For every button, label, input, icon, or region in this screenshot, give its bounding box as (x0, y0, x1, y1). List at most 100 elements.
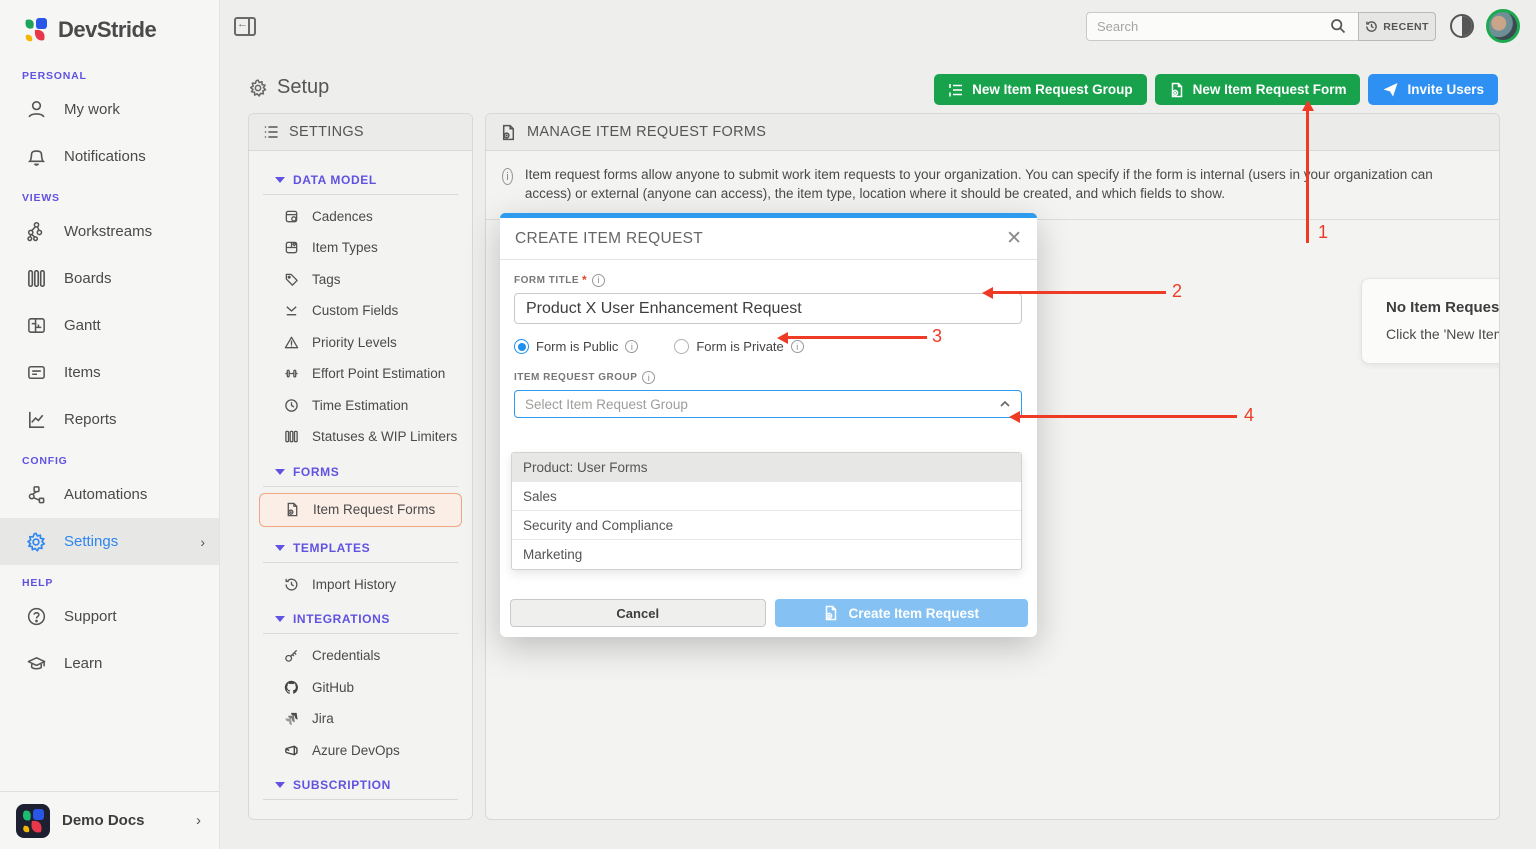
cancel-button[interactable]: Cancel (510, 599, 766, 627)
sidebar-item-items[interactable]: Items (0, 349, 219, 396)
sidebar-item-workstreams[interactable]: Workstreams (0, 208, 219, 255)
triangle-down-icon (275, 616, 285, 622)
select-placeholder: Select Item Request Group (525, 397, 688, 412)
brand[interactable]: DevStride (0, 0, 219, 58)
button-label: New Item Request Form (1193, 82, 1347, 97)
form-private-radio[interactable] (674, 339, 689, 354)
settings-item-credentials[interactable]: Credentials (249, 640, 472, 672)
form-plus-icon (1169, 82, 1185, 98)
github-icon (283, 680, 300, 695)
sidebar-item-boards[interactable]: Boards (0, 255, 219, 302)
workspace-icon (16, 804, 50, 838)
new-item-request-form-button[interactable]: New Item Request Form (1155, 74, 1361, 105)
create-item-request-modal: CREATE ITEM REQUEST ✕ FORM TITLE * i For… (500, 213, 1037, 637)
workspace-switcher[interactable]: Demo Docs › (0, 791, 219, 849)
button-label: Invite Users (1407, 82, 1484, 97)
settings-item-effort-point-estimation[interactable]: Effort Point Estimation (249, 358, 472, 390)
settings-panel-title: SETTINGS (289, 124, 364, 140)
settings-item-tags[interactable]: Tags (249, 264, 472, 296)
triangle-down-icon (275, 469, 285, 475)
settings-item-jira[interactable]: Jira (249, 703, 472, 735)
create-item-request-button[interactable]: Create Item Request (775, 599, 1029, 627)
sidebar-item-my-work[interactable]: My work (0, 86, 219, 133)
annotation-number-2: 2 (1172, 281, 1182, 302)
settings-item-item-types[interactable]: Item Types (249, 232, 472, 264)
settings-item-cadences[interactable]: Cadences (249, 201, 472, 233)
settings-item-label: Item Request Forms (313, 502, 435, 517)
settings-item-label: Item Types (312, 240, 378, 255)
settings-item-import-history[interactable]: Import History (249, 569, 472, 601)
settings-section-subscription[interactable]: SUBSCRIPTION (249, 766, 472, 797)
settings-item-statuses-wip-limiters[interactable]: Statuses & WIP Limiters (249, 421, 472, 453)
settings-section-forms[interactable]: FORMS (249, 453, 472, 484)
sidebar-item-label: Reports (64, 411, 117, 428)
triangle-down-icon (275, 545, 285, 551)
settings-section-integrations[interactable]: INTEGRATIONS (249, 600, 472, 631)
settings-item-azure-devops[interactable]: Azure DevOps (249, 735, 472, 767)
settings-item-github[interactable]: GitHub (249, 672, 472, 704)
option-product-user-forms[interactable]: Product: User Forms (512, 453, 1021, 482)
divider (263, 633, 458, 634)
form-plus-icon (500, 124, 517, 141)
arrowhead-left (982, 287, 993, 299)
annotation-arrow-3 (787, 336, 927, 339)
manage-panel-title: MANAGE ITEM REQUEST FORMS (527, 124, 766, 140)
settings-item-priority-levels[interactable]: Priority Levels (249, 327, 472, 359)
sidebar-item-label: Gantt (64, 317, 101, 334)
form-plus-icon (284, 502, 301, 517)
settings-section-templates[interactable]: TEMPLATES (249, 529, 472, 560)
recent-label: RECENT (1383, 21, 1429, 33)
settings-item-custom-fields[interactable]: Custom Fields (249, 295, 472, 327)
settings-item-item-request-forms[interactable]: Item Request Forms (259, 493, 462, 527)
option-security-and-compliance[interactable]: Security and Compliance (512, 511, 1021, 540)
form-title-input[interactable] (514, 293, 1022, 324)
settings-item-label: Statuses & WIP Limiters (312, 429, 457, 444)
info-icon: i (642, 371, 655, 384)
sidebar-item-learn[interactable]: Learn (0, 640, 219, 687)
button-label: Create Item Request (848, 606, 979, 621)
settings-section-label: TEMPLATES (293, 541, 370, 555)
items-icon (24, 362, 48, 383)
settings-item-time-estimation[interactable]: Time Estimation (249, 390, 472, 422)
modal-header: CREATE ITEM REQUEST ✕ (500, 218, 1037, 260)
option-marketing[interactable]: Marketing (512, 540, 1021, 569)
sidebar-item-gantt[interactable]: Gantt (0, 302, 219, 349)
sidebar-item-support[interactable]: Support (0, 593, 219, 640)
user-avatar[interactable] (1486, 9, 1520, 43)
custom-fields-icon (283, 303, 300, 318)
recent-button[interactable]: RECENT (1358, 12, 1436, 41)
list-group-icon (948, 82, 964, 98)
annotation-number-3: 3 (932, 326, 942, 347)
page-actions: New Item Request Group New Item Request … (934, 74, 1498, 105)
new-item-request-group-button[interactable]: New Item Request Group (934, 74, 1147, 105)
item-request-group-select[interactable]: Select Item Request Group (514, 390, 1022, 418)
settings-item-permissions[interactable]: Permissions (249, 151, 472, 161)
search-icon[interactable] (1330, 18, 1346, 34)
settings-list: Permissions DATA MODEL Cadences Item Typ… (249, 151, 472, 820)
form-public-radio[interactable] (514, 339, 529, 354)
option-sales[interactable]: Sales (512, 482, 1021, 511)
tag-icon (283, 272, 300, 287)
arrowhead-up (1302, 100, 1314, 111)
triangle-down-icon (275, 782, 285, 788)
page-title-text: Setup (277, 76, 329, 99)
invite-users-button[interactable]: Invite Users (1368, 74, 1498, 105)
send-icon (1382, 81, 1399, 98)
sidebar-item-label: Automations (64, 486, 147, 503)
collapse-sidebar-button[interactable] (234, 17, 256, 36)
chevron-right-icon: › (196, 812, 201, 829)
close-icon[interactable]: ✕ (1006, 229, 1022, 248)
sidebar-item-reports[interactable]: Reports (0, 396, 219, 443)
settings-panel: SETTINGS Permissions DATA MODEL Cadences (248, 113, 473, 820)
search-input[interactable] (1086, 12, 1358, 41)
warning-triangle-icon (283, 335, 300, 350)
theme-toggle-icon[interactable] (1450, 14, 1474, 38)
app-root: DevStride PERSONAL My work Notifications… (0, 0, 1536, 849)
sidebar-item-automations[interactable]: Automations (0, 471, 219, 518)
columns-icon (283, 429, 300, 444)
info-icon: i (625, 340, 638, 353)
sidebar-item-settings[interactable]: Settings › (0, 518, 219, 565)
sidebar-item-notifications[interactable]: Notifications (0, 133, 219, 180)
settings-section-data-model[interactable]: DATA MODEL (249, 161, 472, 192)
sidebar: DevStride PERSONAL My work Notifications… (0, 0, 220, 849)
